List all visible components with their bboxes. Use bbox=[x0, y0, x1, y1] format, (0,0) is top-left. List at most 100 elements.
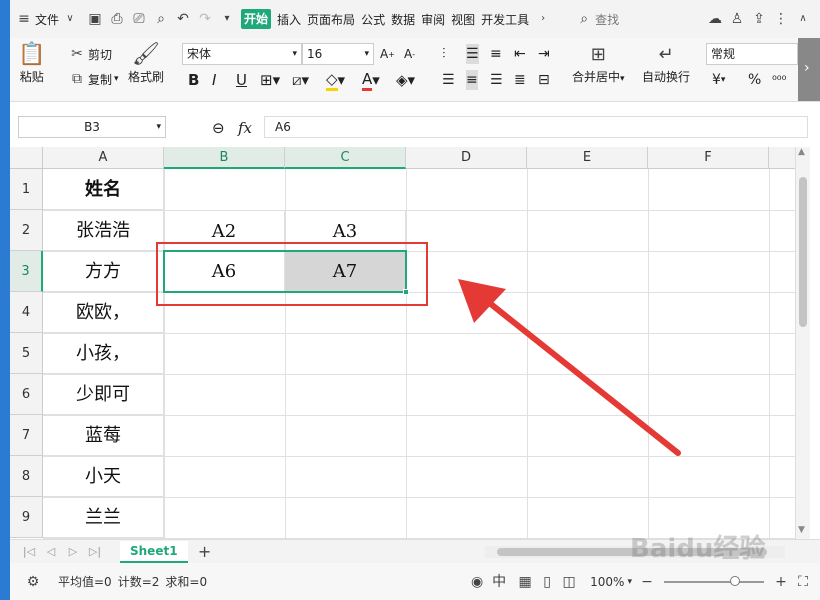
fill-color-icon[interactable]: ◇ ▾ bbox=[326, 70, 345, 91]
column-header-d[interactable]: D bbox=[406, 147, 527, 169]
export-pdf-icon[interactable]: ⎙ bbox=[108, 10, 126, 28]
increase-indent-icon[interactable]: ⇥ bbox=[538, 44, 550, 64]
sheet-tab-sheet1[interactable]: Sheet1 bbox=[120, 540, 188, 563]
font-color-icon[interactable]: A ▾ bbox=[362, 70, 380, 91]
align-top-icon[interactable]: ⫶ bbox=[442, 44, 446, 64]
tab-page-layout[interactable]: 页面布局 bbox=[304, 0, 358, 38]
borders-icon[interactable]: ⊞▾ bbox=[260, 70, 280, 90]
tab-formulas[interactable]: 公式 bbox=[358, 0, 388, 38]
cell-a2[interactable]: 张浩浩 bbox=[43, 210, 164, 251]
decrease-indent-icon[interactable]: ⇤ bbox=[514, 44, 526, 64]
page-break-view-icon[interactable]: ◫ bbox=[560, 573, 578, 591]
column-header-c[interactable]: C bbox=[285, 147, 406, 169]
copy-button[interactable]: ⧉ 复制 ▾ bbox=[66, 69, 119, 89]
fullscreen-icon[interactable]: ⛶ bbox=[794, 573, 812, 591]
name-box[interactable]: B3 ▾ bbox=[18, 116, 166, 138]
zoom-level[interactable]: 100% bbox=[590, 575, 624, 589]
align-center-icon[interactable]: ≡ bbox=[466, 70, 478, 90]
align-right-icon[interactable]: ☰ bbox=[490, 70, 503, 90]
paste-button[interactable]: 📋 粘贴 bbox=[18, 42, 45, 85]
row-header-4[interactable]: 4 bbox=[10, 292, 43, 333]
wrap-text-button[interactable]: ↵ 自动换行 bbox=[642, 42, 690, 85]
tab-view[interactable]: 视图 bbox=[448, 0, 478, 38]
formula-input[interactable]: A6 bbox=[264, 116, 808, 138]
last-sheet-icon[interactable]: ▷| bbox=[86, 543, 104, 561]
ribbon-scroll-button[interactable]: › bbox=[798, 38, 820, 101]
row-header-2[interactable]: 2 bbox=[10, 210, 43, 251]
page-layout-view-icon[interactable]: ▯ bbox=[538, 573, 556, 591]
decrease-font-button[interactable]: A- bbox=[404, 44, 415, 64]
status-settings-icon[interactable]: ⚙ bbox=[24, 573, 42, 591]
vertical-scrollbar[interactable]: ▲ ▼ bbox=[795, 147, 810, 539]
quick-access-dropdown-icon[interactable]: ▾ bbox=[218, 10, 236, 28]
cloud-icon[interactable]: ☁ bbox=[706, 10, 724, 28]
next-sheet-icon[interactable]: ▷ bbox=[64, 543, 82, 561]
cell-a1[interactable]: 姓名 bbox=[43, 169, 164, 210]
share-icon[interactable]: ⇪ bbox=[750, 10, 768, 28]
fill-pattern-icon[interactable]: ⧄▾ bbox=[292, 70, 309, 90]
column-header-f[interactable]: F bbox=[648, 147, 769, 169]
eye-protection-icon[interactable]: ◉ bbox=[468, 573, 486, 591]
percent-button[interactable]: % bbox=[748, 70, 761, 90]
format-painter-button[interactable]: 🖌 格式刷 bbox=[128, 42, 164, 85]
redo-icon[interactable]: ↷ bbox=[196, 10, 214, 28]
prev-sheet-icon[interactable]: ◁ bbox=[42, 543, 60, 561]
distributed-icon[interactable]: ⊟ bbox=[538, 70, 550, 90]
tab-insert[interactable]: 插入 bbox=[274, 0, 304, 38]
scroll-down-icon[interactable]: ▼ bbox=[798, 525, 805, 535]
input-method-icon[interactable]: 中 bbox=[490, 573, 508, 591]
save-icon[interactable]: ▣ bbox=[86, 10, 104, 28]
share-user-icon[interactable]: ♙ bbox=[728, 10, 746, 28]
clear-format-icon[interactable]: ◈▾ bbox=[396, 70, 415, 90]
row-header-8[interactable]: 8 bbox=[10, 456, 43, 497]
first-sheet-icon[interactable]: |◁ bbox=[20, 543, 38, 561]
align-bottom-icon[interactable]: ≡ bbox=[490, 44, 502, 64]
underline-button[interactable]: U bbox=[236, 70, 247, 90]
cut-button[interactable]: ✂ 剪切 bbox=[66, 44, 112, 64]
row-header-1[interactable]: 1 bbox=[10, 169, 43, 210]
search-button[interactable]: ⌕ 查找 bbox=[570, 0, 622, 38]
italic-button[interactable]: I bbox=[212, 70, 216, 90]
more-tabs-icon[interactable]: › bbox=[534, 10, 552, 28]
row-header-6[interactable]: 6 bbox=[10, 374, 43, 415]
bold-button[interactable]: B bbox=[188, 70, 199, 90]
zoom-in-icon[interactable]: + bbox=[772, 573, 790, 591]
cell-a9[interactable]: 兰兰 bbox=[43, 497, 164, 538]
font-size-select[interactable]: 16 ▾ bbox=[302, 43, 374, 65]
row-header-9[interactable]: 9 bbox=[10, 497, 43, 538]
cell-a5[interactable]: 小孩， bbox=[43, 333, 164, 374]
scroll-up-icon[interactable]: ▲ bbox=[798, 147, 805, 157]
more-options-icon[interactable]: ⋮ bbox=[772, 10, 790, 28]
row-header-3[interactable]: 3 bbox=[10, 251, 43, 292]
vertical-scroll-thumb[interactable] bbox=[799, 177, 807, 327]
tab-data[interactable]: 数据 bbox=[388, 0, 418, 38]
print-preview-icon[interactable]: ⌕ bbox=[152, 10, 170, 28]
tab-developer[interactable]: 开发工具 bbox=[478, 0, 532, 38]
increase-font-button[interactable]: A + bbox=[380, 44, 395, 64]
currency-button[interactable]: ¥ ▾ bbox=[712, 70, 725, 90]
cell-a8[interactable]: 小天 bbox=[43, 456, 164, 497]
menu-hamburger[interactable]: ≡ 文件 ∨ bbox=[10, 0, 84, 38]
chevron-down-icon[interactable]: ▾ bbox=[627, 577, 632, 587]
cell-a4[interactable]: 欧欧， bbox=[43, 292, 164, 333]
row-header-5[interactable]: 5 bbox=[10, 333, 43, 374]
number-format-select[interactable]: 常规 bbox=[706, 43, 798, 65]
zoom-slider-thumb[interactable] bbox=[730, 575, 740, 586]
select-all-corner[interactable] bbox=[10, 147, 43, 169]
font-name-select[interactable]: 宋体 ▾ bbox=[182, 43, 302, 65]
normal-view-icon[interactable]: ▦ bbox=[516, 573, 534, 591]
column-header-e[interactable]: E bbox=[527, 147, 648, 169]
row-header-7[interactable]: 7 bbox=[10, 415, 43, 456]
cell-a6[interactable]: 少即可 bbox=[43, 374, 164, 415]
comma-style-icon[interactable]: ⁰⁰⁰ bbox=[772, 70, 786, 90]
align-middle-icon[interactable]: ☰ bbox=[466, 44, 479, 64]
add-sheet-icon[interactable]: + bbox=[196, 542, 214, 561]
tab-review[interactable]: 审阅 bbox=[418, 0, 448, 38]
fx-button[interactable]: fx bbox=[238, 118, 252, 138]
merge-center-button[interactable]: ⊞ 合并居中▾ bbox=[572, 42, 625, 85]
zoom-slider[interactable] bbox=[664, 575, 764, 586]
justify-icon[interactable]: ≣ bbox=[514, 70, 526, 90]
collapse-ribbon-icon[interactable]: ∧ bbox=[794, 10, 812, 28]
cell-a3[interactable]: 方方 bbox=[43, 251, 164, 292]
column-header-b[interactable]: B bbox=[164, 147, 285, 169]
